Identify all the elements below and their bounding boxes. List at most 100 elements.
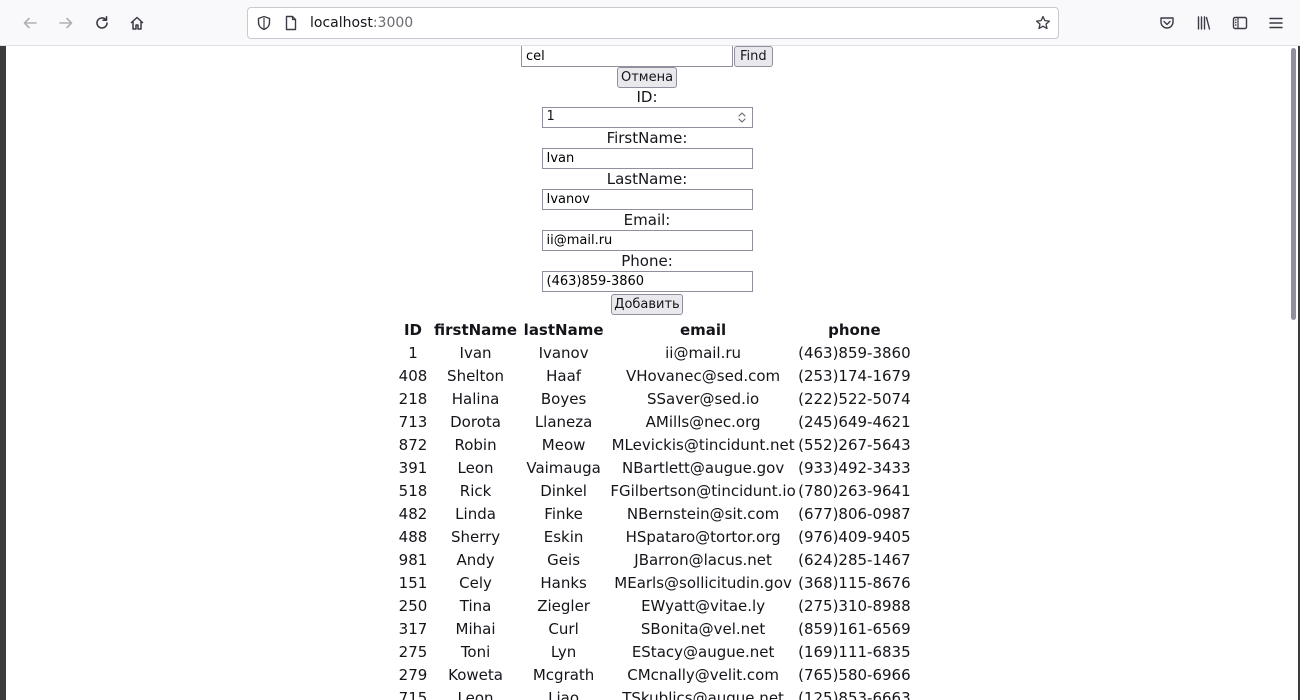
phone-label: Phone: bbox=[621, 252, 673, 270]
cell-email: SSaver@sed.io bbox=[647, 389, 760, 408]
header-phone: phone bbox=[828, 320, 881, 339]
shield-icon[interactable] bbox=[256, 15, 272, 31]
users-table: ID firstName lastName email phone 1 Ivan I… bbox=[392, 318, 913, 700]
cell-id: 482 bbox=[398, 504, 428, 523]
cell-phone: (552)267-5643 bbox=[798, 435, 911, 454]
sidebar-icon[interactable] bbox=[1224, 7, 1256, 39]
scrollbar-thumb[interactable] bbox=[1291, 48, 1296, 320]
spinner-arrows-icon[interactable] bbox=[737, 110, 747, 125]
reload-icon[interactable] bbox=[86, 7, 118, 39]
url-host: localhost bbox=[310, 15, 373, 31]
header-email: email bbox=[679, 320, 727, 339]
cell-email: CMcnally@velit.com bbox=[627, 665, 779, 684]
lastname-field[interactable] bbox=[541, 189, 753, 210]
cell-phone: (677)806-0987 bbox=[798, 504, 911, 523]
cell-lastname: Ivanov bbox=[538, 343, 589, 362]
cancel-row: Отмена bbox=[6, 67, 1288, 88]
cell-firstname: Toni bbox=[460, 642, 491, 661]
table-row: 1 Ivan Ivanov ii@mail.ru (463)859-3860 bbox=[394, 341, 911, 364]
url-bar[interactable]: localhost:3000 bbox=[247, 7, 1059, 39]
vertical-scrollbar[interactable] bbox=[1288, 46, 1298, 700]
cell-id: 151 bbox=[398, 573, 428, 592]
cell-firstname: Koweta bbox=[448, 665, 503, 684]
cell-id: 275 bbox=[398, 642, 428, 661]
email-field-row bbox=[6, 230, 1288, 251]
cell-firstname: Linda bbox=[455, 504, 496, 523]
id-field-value: 1 bbox=[546, 109, 555, 124]
cell-lastname: Eskin bbox=[543, 527, 584, 546]
cell-firstname: Leon bbox=[457, 458, 494, 477]
url-text[interactable]: localhost:3000 bbox=[310, 15, 413, 31]
id-label: ID: bbox=[636, 88, 658, 106]
add-row: Добавить bbox=[6, 294, 1288, 315]
cell-firstname: Robin bbox=[454, 435, 497, 454]
page-viewport: Find Отмена ID: 1 FirstName: LastName: E… bbox=[6, 46, 1288, 700]
cell-id: 488 bbox=[398, 527, 428, 546]
cell-phone: (765)580-6966 bbox=[798, 665, 911, 684]
cell-firstname: Rick bbox=[459, 481, 492, 500]
cell-lastname: Liao bbox=[548, 688, 580, 700]
library-icon[interactable] bbox=[1188, 7, 1220, 39]
table-row: 279 Koweta Mcgrath CMcnally@velit.com (765)5… bbox=[394, 663, 911, 686]
cell-lastname: Boyes bbox=[540, 389, 587, 408]
cell-email: MLevickis@tincidunt.net bbox=[611, 435, 795, 454]
email-field[interactable] bbox=[541, 230, 753, 251]
cell-phone: (169)111-6835 bbox=[798, 642, 911, 661]
cell-id: 391 bbox=[398, 458, 428, 477]
cell-lastname: Hanks bbox=[540, 573, 587, 592]
cell-phone: (368)115-8676 bbox=[798, 573, 911, 592]
search-input[interactable] bbox=[521, 46, 733, 67]
star-icon[interactable] bbox=[1035, 15, 1051, 31]
find-button[interactable]: Find bbox=[734, 46, 773, 67]
cell-id: 872 bbox=[398, 435, 428, 454]
id-field[interactable]: 1 bbox=[541, 107, 753, 128]
table-row: 151 Cely Hanks MEarls@sollicitudin.gov (368)… bbox=[394, 571, 911, 594]
home-icon[interactable] bbox=[121, 7, 153, 39]
pocket-icon[interactable] bbox=[1151, 7, 1183, 39]
phone-field-row bbox=[6, 271, 1288, 292]
cell-id: 518 bbox=[398, 481, 428, 500]
table-row: 488 Sherry Eskin HSpataro@tortor.org (976)40… bbox=[394, 525, 911, 548]
cell-lastname: Geis bbox=[547, 550, 581, 569]
cell-id: 317 bbox=[398, 619, 428, 638]
cell-lastname: Ziegler bbox=[537, 596, 590, 615]
id-field-row: 1 bbox=[6, 107, 1288, 128]
cell-email: NBernstein@sit.com bbox=[626, 504, 780, 523]
email-label: Email: bbox=[623, 211, 671, 229]
cell-firstname: Andy bbox=[456, 550, 495, 569]
cell-phone: (125)853-6663 bbox=[798, 688, 911, 700]
cell-lastname: Vaimauga bbox=[526, 458, 601, 477]
add-button[interactable]: Добавить bbox=[611, 294, 683, 315]
table-body: 1 Ivan Ivanov ii@mail.ru (463)859-3860 408 She… bbox=[394, 341, 911, 700]
cell-phone: (463)859-3860 bbox=[798, 343, 911, 362]
cell-firstname: Halina bbox=[451, 389, 500, 408]
table-row: 275 Toni Lyn EStacy@augue.net (169)111-6835 bbox=[394, 640, 911, 663]
table-row: 218 Halina Boyes SSaver@sed.io (222)522-5074 bbox=[394, 387, 911, 410]
table-row: 391 Leon Vaimauga NBartlett@augue.gov (933)4… bbox=[394, 456, 911, 479]
back-arrow-icon[interactable] bbox=[14, 7, 46, 39]
cell-id: 218 bbox=[398, 389, 428, 408]
browser-toolbar: localhost:3000 bbox=[0, 0, 1300, 46]
cell-id: 250 bbox=[398, 596, 428, 615]
cancel-button[interactable]: Отмена bbox=[617, 67, 677, 88]
cell-firstname: Ivan bbox=[459, 343, 492, 362]
cell-phone: (253)174-1679 bbox=[798, 366, 911, 385]
forward-arrow-icon[interactable] bbox=[50, 7, 82, 39]
cell-firstname: Sherry bbox=[450, 527, 501, 546]
firstname-field[interactable] bbox=[541, 148, 753, 169]
table-row: 872 Robin Meow MLevickis@tincidunt.net (552)… bbox=[394, 433, 911, 456]
cell-phone: (933)492-3433 bbox=[798, 458, 911, 477]
cell-email: SBonita@vel.net bbox=[640, 619, 766, 638]
table-row: 713 Dorota Llaneza AMills@nec.org (245)649-4… bbox=[394, 410, 911, 433]
cell-firstname: Tina bbox=[459, 596, 492, 615]
table-row: 317 Mihai Curl SBonita@vel.net (859)161-6569 bbox=[394, 617, 911, 640]
lastname-field-row bbox=[6, 189, 1288, 210]
cell-firstname: Shelton bbox=[447, 366, 505, 385]
page-icon[interactable] bbox=[283, 15, 299, 31]
table-row: 518 Rick Dinkel FGilbertson@tincidunt.io (78… bbox=[394, 479, 911, 502]
phone-field[interactable] bbox=[541, 271, 753, 292]
cell-email: NBartlett@augue.gov bbox=[621, 458, 785, 477]
menu-icon[interactable] bbox=[1260, 7, 1292, 39]
cell-phone: (222)522-5074 bbox=[798, 389, 911, 408]
cell-firstname: Mihai bbox=[455, 619, 496, 638]
